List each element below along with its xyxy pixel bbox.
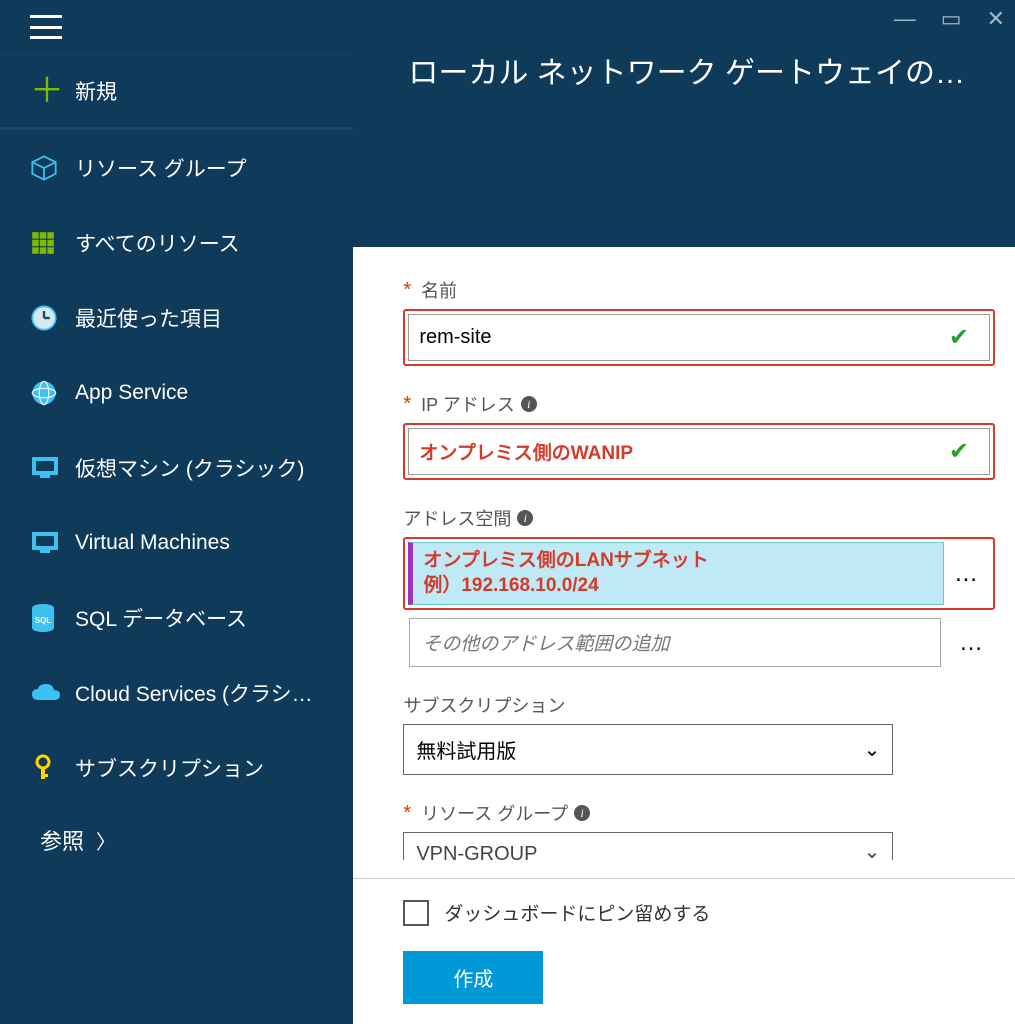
check-icon: ✔: [939, 437, 979, 466]
sidebar-item-resource-groups[interactable]: リソース グループ: [0, 130, 353, 205]
sidebar-item-label: Cloud Services (クラシ…: [75, 678, 353, 708]
svg-text:SQL: SQL: [35, 616, 52, 625]
ip-value[interactable]: オンプレミス側のWANIP: [419, 438, 939, 465]
create-button[interactable]: 作成: [403, 951, 543, 1004]
minimize-icon[interactable]: —: [894, 6, 916, 32]
sidebar-item-label: 最近使った項目: [75, 303, 353, 333]
required-asterisk: *: [403, 802, 411, 825]
plus-icon: ＋: [30, 74, 75, 108]
sidebar-item-vm-classic[interactable]: 仮想マシン (クラシック): [0, 430, 353, 505]
more-icon[interactable]: …: [949, 629, 995, 657]
name-label: 名前: [421, 277, 457, 303]
address-entry: オンプレミス側のLANサブネット 例）192.168.10.0/24 …: [403, 537, 995, 610]
ip-input-wrap: オンプレミス側のWANIP ✔: [403, 423, 995, 480]
subscription-value: 無料試用版: [416, 735, 516, 764]
chevron-down-icon: ⌄: [864, 839, 881, 860]
chevron-down-icon: ⌄: [864, 737, 881, 762]
sidebar-new-label: 新規: [75, 76, 353, 106]
main-panel: — ▭ ✕ ローカル ネットワーク ゲートウェイの… * 名前 ✔ * IP ア…: [353, 0, 1015, 1024]
sidebar-item-sql[interactable]: SQL SQL データベース: [0, 580, 353, 655]
required-asterisk: *: [403, 393, 411, 416]
form-area: * 名前 ✔ * IP アドレス i オンプレミス側のWANIP ✔: [353, 247, 1015, 878]
address-add-input[interactable]: その他のアドレス範囲の追加: [409, 618, 941, 667]
sidebar-browse[interactable]: 参照 〉: [0, 805, 353, 875]
subscription-label: サブスクリプション: [403, 692, 565, 718]
field-resource-group: * リソース グループ i VPN-GROUP ⌄: [403, 800, 995, 860]
hamburger-icon[interactable]: [30, 15, 62, 39]
rg-value: VPN-GROUP: [416, 843, 537, 860]
window-controls: — ▭ ✕: [353, 0, 1015, 38]
sidebar: ＋ 新規 リソース グループ すべてのリソース 最近使った項目 App Serv…: [0, 0, 353, 1024]
address-entry-inner[interactable]: オンプレミス側のLANサブネット 例）192.168.10.0/24: [408, 542, 944, 605]
key-icon: [30, 754, 75, 782]
cube-icon: [30, 154, 75, 182]
sidebar-item-app-service[interactable]: App Service: [0, 355, 353, 430]
sidebar-top: [0, 0, 353, 55]
database-icon: SQL: [30, 603, 75, 633]
sidebar-item-label: すべてのリソース: [75, 228, 353, 258]
rg-label: リソース グループ: [421, 800, 568, 826]
pin-checkbox[interactable]: [403, 900, 429, 926]
ip-label: IP アドレス: [421, 391, 515, 417]
monitor-icon: [30, 530, 75, 556]
required-asterisk: *: [403, 279, 411, 302]
address-add-row: その他のアドレス範囲の追加 …: [403, 618, 995, 667]
name-input-wrap: ✔: [403, 309, 995, 366]
addr-line1: オンプレミス側のLANサブネット: [423, 549, 933, 574]
name-input[interactable]: [419, 326, 939, 349]
sidebar-item-label: 仮想マシン (クラシック): [75, 453, 353, 483]
pin-checkbox-row: ダッシュボードにピン留めする: [403, 899, 995, 926]
info-icon[interactable]: i: [574, 805, 590, 821]
sidebar-item-label: Virtual Machines: [75, 531, 353, 555]
sidebar-item-label: App Service: [75, 381, 353, 405]
pin-label: ダッシュボードにピン留めする: [444, 899, 710, 926]
check-icon: ✔: [939, 323, 979, 352]
panel-title: ローカル ネットワーク ゲートウェイの…: [353, 38, 1015, 112]
close-icon[interactable]: ✕: [987, 6, 1005, 32]
field-subscription: サブスクリプション 無料試用版 ⌄: [403, 692, 995, 775]
footer: ダッシュボードにピン留めする 作成: [353, 878, 1015, 1024]
browse-label: 参照: [40, 824, 84, 856]
chevron-right-icon: 〉: [96, 826, 116, 855]
cloud-icon: [30, 682, 75, 704]
field-ip: * IP アドレス i オンプレミス側のWANIP ✔: [403, 391, 995, 480]
sidebar-item-virtual-machines[interactable]: Virtual Machines: [0, 505, 353, 580]
sidebar-item-new[interactable]: ＋ 新規: [0, 55, 353, 130]
globe-icon: [30, 379, 75, 407]
info-icon[interactable]: i: [521, 396, 537, 412]
sidebar-item-label: サブスクリプション: [75, 753, 353, 783]
more-icon[interactable]: …: [944, 560, 990, 588]
maximize-icon[interactable]: ▭: [941, 6, 962, 32]
subscription-select[interactable]: 無料試用版 ⌄: [403, 724, 893, 775]
sidebar-item-cloud-services[interactable]: Cloud Services (クラシ…: [0, 655, 353, 730]
field-name: * 名前 ✔: [403, 277, 995, 366]
sidebar-item-subscription[interactable]: サブスクリプション: [0, 730, 353, 805]
sidebar-item-all-resources[interactable]: すべてのリソース: [0, 205, 353, 280]
addr-line2: 例）192.168.10.0/24: [423, 574, 933, 599]
info-icon[interactable]: i: [517, 510, 533, 526]
clock-icon: [30, 304, 75, 332]
rg-select[interactable]: VPN-GROUP ⌄: [403, 832, 893, 860]
monitor-classic-icon: [30, 455, 75, 481]
addr-space-label: アドレス空間: [403, 505, 511, 531]
grid-icon: [30, 230, 75, 256]
sidebar-item-label: SQL データベース: [75, 603, 353, 633]
field-address-space: アドレス空間 i オンプレミス側のLANサブネット 例）192.168.10.0…: [403, 505, 995, 667]
sidebar-item-recent[interactable]: 最近使った項目: [0, 280, 353, 355]
sidebar-item-label: リソース グループ: [75, 153, 353, 183]
